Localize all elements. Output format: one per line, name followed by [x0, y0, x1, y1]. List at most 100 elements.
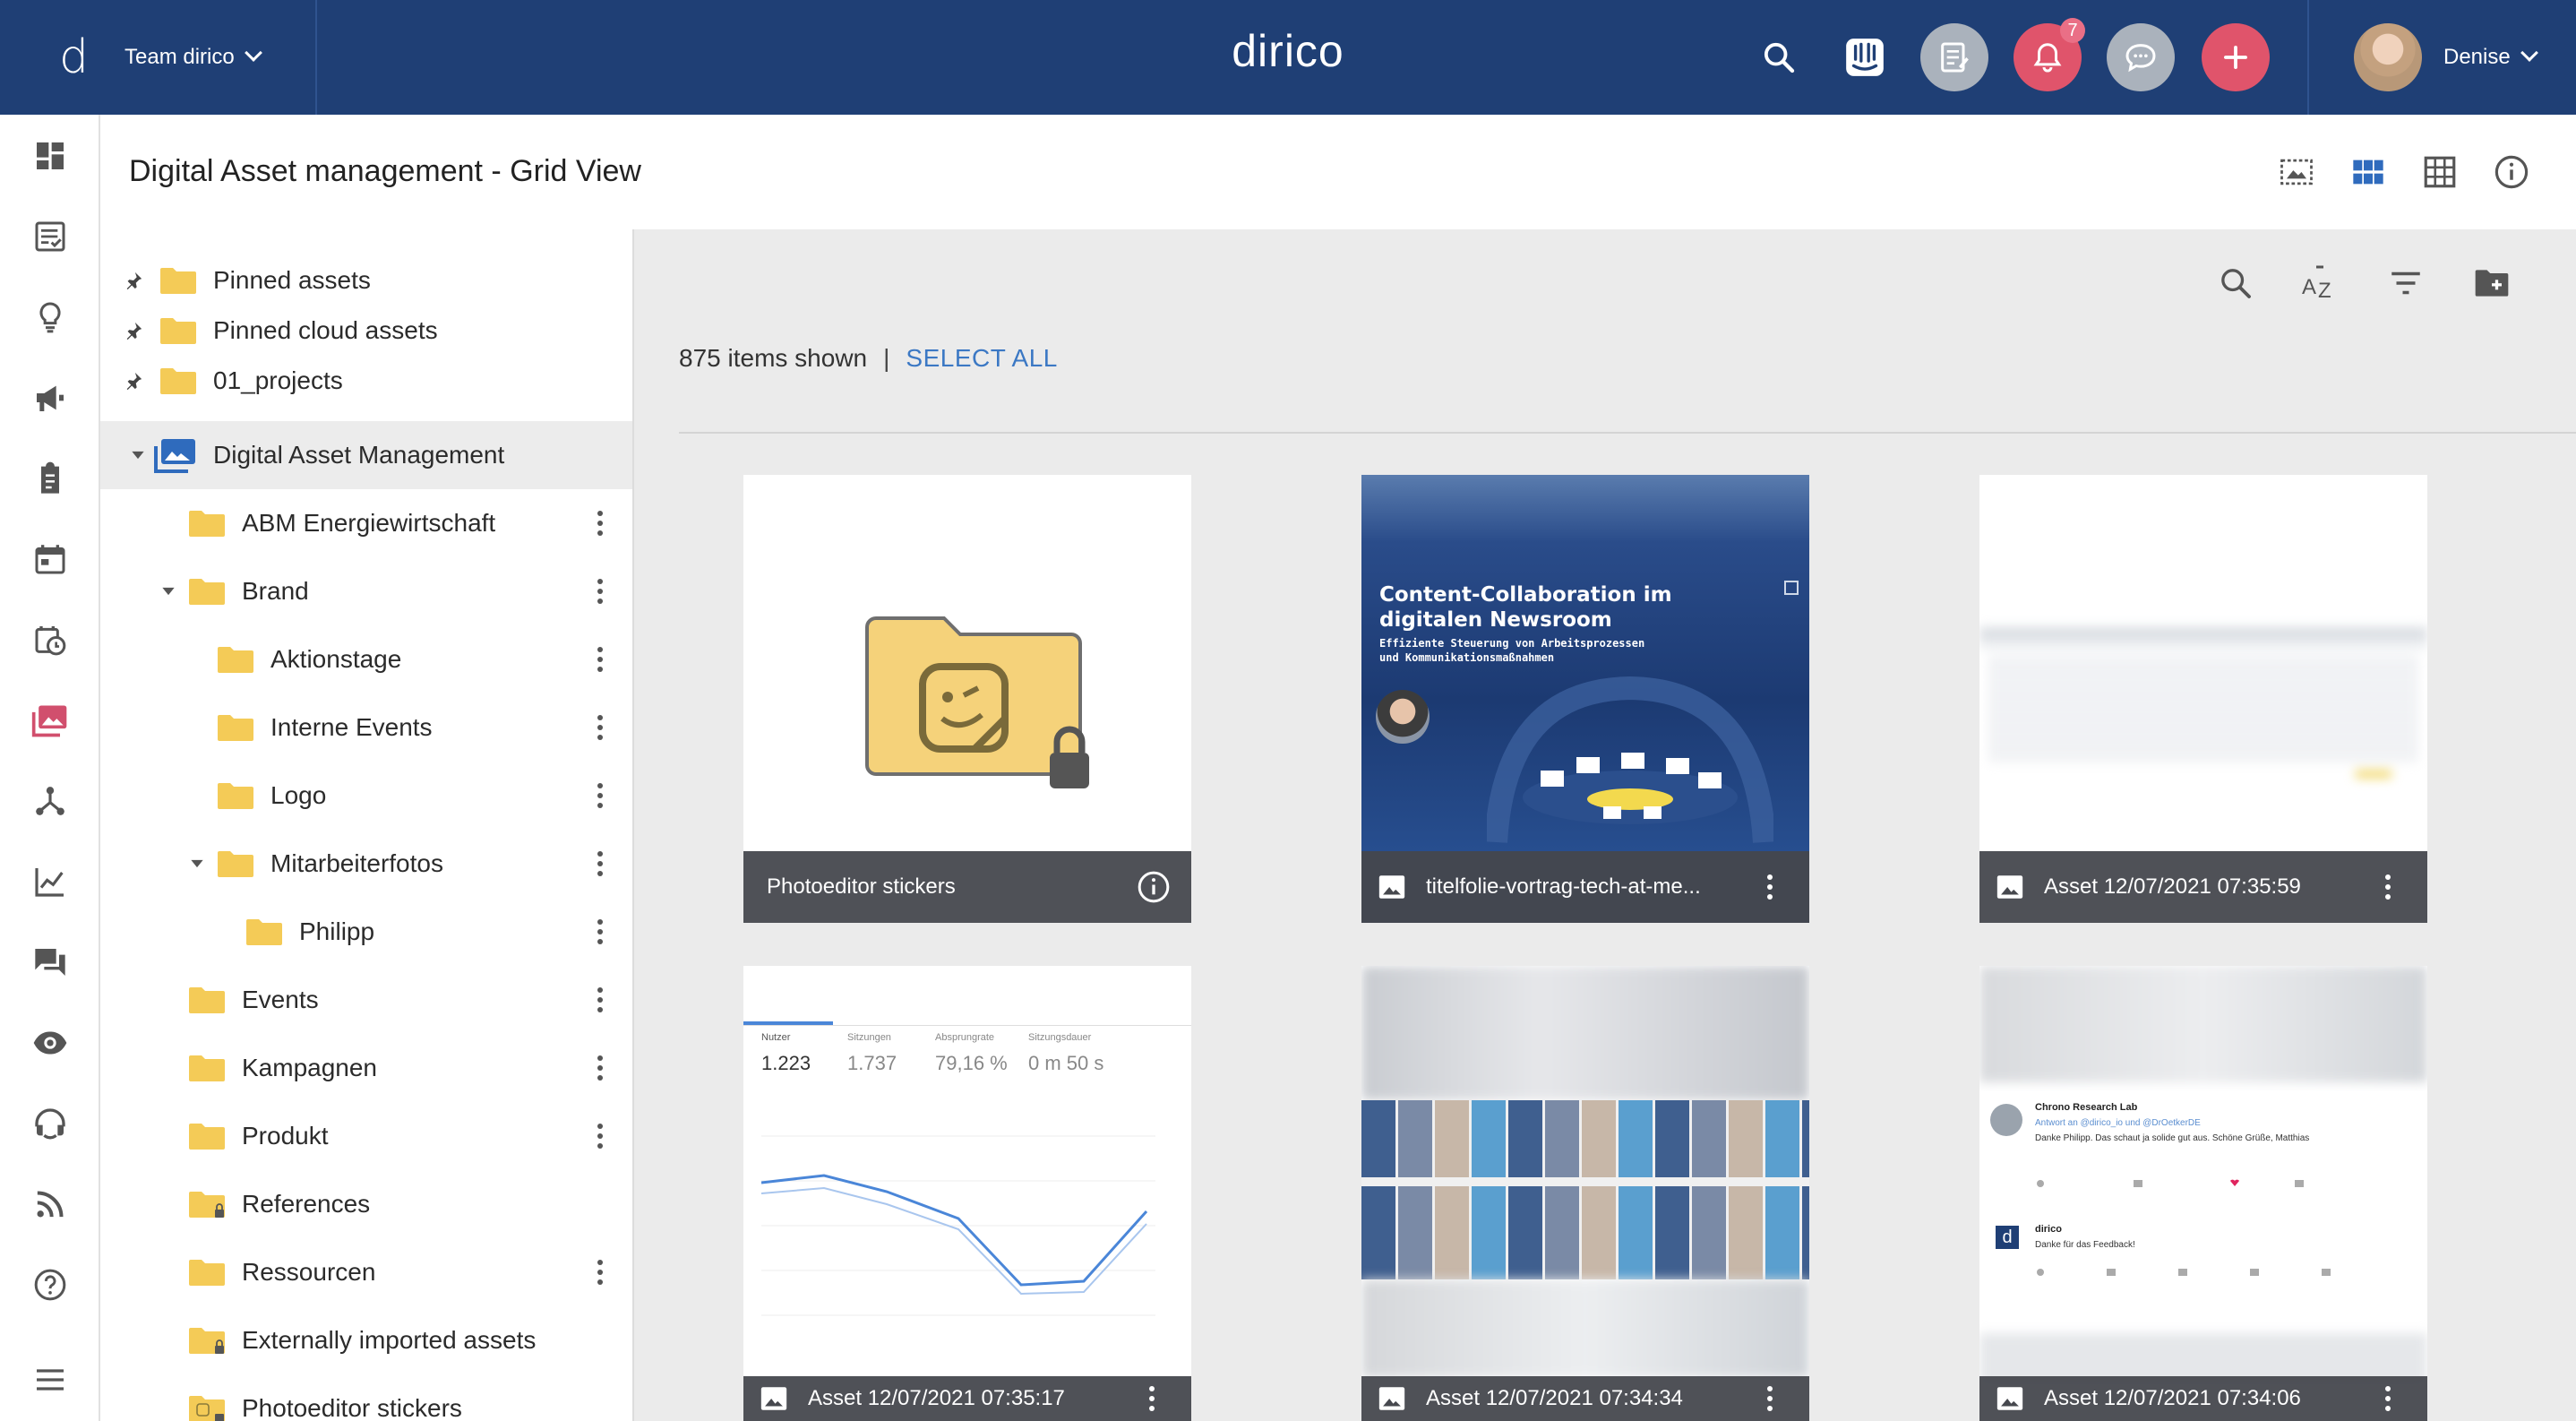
tree-item-label: Events	[242, 986, 319, 1013]
tree-item-philipp[interactable]: Philipp	[100, 904, 632, 960]
tree-item-pinned-assets[interactable]: Pinned assets	[100, 253, 632, 308]
table-view-icon[interactable]	[2420, 152, 2460, 192]
asset-card-image[interactable]: Nutzer Sitzungen Absprungrate Sitzungsda…	[743, 966, 1191, 1421]
eye-icon[interactable]	[27, 1020, 73, 1066]
tree-item-brand[interactable]: Brand	[100, 564, 632, 619]
locked-folder-icon	[189, 1192, 225, 1218]
tree-item-events[interactable]: Events	[100, 972, 632, 1028]
pin-icon[interactable]	[122, 269, 145, 292]
caret-down-icon[interactable]	[158, 581, 179, 602]
asset-card-image[interactable]: Content-Collaboration im digitalen Newsr…	[1361, 475, 1809, 923]
checklist-icon[interactable]	[27, 213, 73, 260]
more-vert-icon[interactable]	[589, 846, 611, 882]
intercom-icon[interactable]	[1831, 23, 1899, 91]
tree-item-label: Pinned assets	[213, 266, 371, 294]
images-icon[interactable]	[27, 697, 73, 744]
dashboard-icon[interactable]	[27, 133, 73, 179]
brand-wordmark: dirico	[1232, 26, 1344, 76]
tree-item-digital-asset-management[interactable]: Digital Asset Management	[100, 421, 632, 489]
tree-item-photoeditor-stickers[interactable]: Photoeditor stickers	[100, 1381, 632, 1421]
more-vert-icon[interactable]	[2377, 1381, 2399, 1417]
network-icon[interactable]	[27, 778, 73, 824]
sort-az-icon[interactable]: AZ	[2298, 262, 2341, 305]
select-all-link[interactable]: SELECT ALL	[906, 344, 1057, 372]
more-vert-icon[interactable]	[589, 1118, 611, 1154]
asset-card-image[interactable]: Chrono Research Lab Antwort an @dirico_i…	[1979, 966, 2427, 1421]
tree-item-aktionstage[interactable]: Aktionstage	[100, 632, 632, 687]
headset-icon[interactable]	[27, 1100, 73, 1147]
caret-down-icon[interactable]	[186, 853, 208, 874]
tree-item-01-projects[interactable]: 01_projects	[100, 353, 632, 409]
tree-item-logo[interactable]: Logo	[100, 768, 632, 823]
pin-icon[interactable]	[122, 369, 145, 392]
tree-item-ressourcen[interactable]: Ressourcen	[100, 1244, 632, 1300]
more-vert-icon[interactable]	[589, 642, 611, 677]
tree-item-label: Ressourcen	[242, 1258, 376, 1286]
left-navigation-rail	[0, 115, 100, 1421]
lightbulb-icon[interactable]	[27, 294, 73, 340]
more-vert-icon[interactable]	[589, 1254, 611, 1290]
asset-card-image[interactable]: Asset 12/07/2021 07:35:59	[1979, 475, 2427, 923]
items-count: 875 items shown	[679, 344, 868, 372]
more-vert-icon[interactable]	[1141, 1381, 1163, 1417]
more-vert-icon[interactable]	[1759, 869, 1781, 905]
dirico-logo: d	[59, 30, 90, 84]
tree-item-interne-events[interactable]: Interne Events	[100, 700, 632, 755]
info-icon[interactable]	[2492, 152, 2531, 192]
more-vert-icon[interactable]	[1759, 1381, 1781, 1417]
tweet-text: Danke Philipp. Das schaut ja solide gut …	[2035, 1133, 2310, 1143]
search-icon[interactable]	[1745, 23, 1813, 91]
folder-icon	[160, 368, 196, 394]
more-vert-icon[interactable]	[589, 573, 611, 609]
tree-item-references[interactable]: References	[100, 1176, 632, 1232]
sticker-folder-icon	[189, 1396, 225, 1421]
tree-item-label: ABM Energiewirtschaft	[242, 509, 496, 537]
clipboard-icon[interactable]	[27, 455, 73, 502]
chart-icon[interactable]	[27, 858, 73, 905]
more-vert-icon[interactable]	[2377, 869, 2399, 905]
tree-item-label: Produkt	[242, 1122, 329, 1150]
megaphone-icon[interactable]	[27, 375, 73, 421]
filter-icon[interactable]	[2384, 262, 2427, 305]
more-vert-icon[interactable]	[589, 1050, 611, 1086]
tree-item-kampagnen[interactable]: Kampagnen	[100, 1040, 632, 1096]
grid-view-icon[interactable]	[2348, 152, 2388, 192]
team-switcher[interactable]: d Team dirico	[0, 0, 317, 115]
tweet-author: Chrono Research Lab	[2035, 1102, 2138, 1113]
tree-item-externally-imported-assets[interactable]: Externally imported assets	[100, 1313, 632, 1368]
search-icon[interactable]	[2214, 262, 2257, 305]
caret-down-icon[interactable]	[127, 444, 149, 466]
tree-item-abm-energiewirtschaft[interactable]: ABM Energiewirtschaft	[100, 495, 632, 551]
tree-item-label: Kampagnen	[242, 1054, 378, 1081]
slide-subtitle-line: Effiziente Steuerung von Arbeitsprozesse…	[1379, 637, 1645, 650]
help-icon[interactable]	[27, 1262, 73, 1308]
rss-icon[interactable]	[27, 1181, 73, 1227]
bell-icon	[2033, 43, 2062, 73]
newsroom-illustration	[1487, 676, 1773, 843]
more-vert-icon[interactable]	[589, 914, 611, 950]
more-vert-icon[interactable]	[589, 505, 611, 541]
notes-icon[interactable]	[1920, 23, 1988, 91]
slideshow-icon[interactable]	[2277, 152, 2316, 192]
forum-icon[interactable]	[27, 939, 73, 986]
more-vert-icon[interactable]	[589, 710, 611, 745]
asset-card-image[interactable]: Asset 12/07/2021 07:34:34	[1361, 966, 1809, 1421]
notifications-button[interactable]: 7	[2014, 18, 2085, 91]
tree-item-produkt[interactable]: Produkt	[100, 1108, 632, 1164]
pin-icon[interactable]	[122, 319, 145, 342]
tree-item-pinned-cloud-assets[interactable]: Pinned cloud assets	[100, 303, 632, 358]
calendar-icon[interactable]	[27, 536, 73, 582]
folder-icon	[189, 579, 225, 605]
info-icon[interactable]	[1134, 867, 1173, 907]
chat-icon[interactable]	[2107, 23, 2175, 91]
calendar-clock-icon[interactable]	[27, 616, 73, 663]
more-vert-icon[interactable]	[589, 982, 611, 1018]
plus-icon[interactable]	[2202, 23, 2270, 91]
tree-item-mitarbeiterfotos[interactable]: Mitarbeiterfotos	[100, 836, 632, 891]
menu-icon[interactable]	[27, 1356, 73, 1403]
user-menu[interactable]: Denise	[2307, 0, 2576, 115]
asset-card-folder[interactable]: Photoeditor stickers	[743, 475, 1191, 923]
svg-text:A: A	[2302, 275, 2316, 299]
more-vert-icon[interactable]	[589, 778, 611, 814]
new-folder-icon[interactable]	[2470, 262, 2513, 305]
